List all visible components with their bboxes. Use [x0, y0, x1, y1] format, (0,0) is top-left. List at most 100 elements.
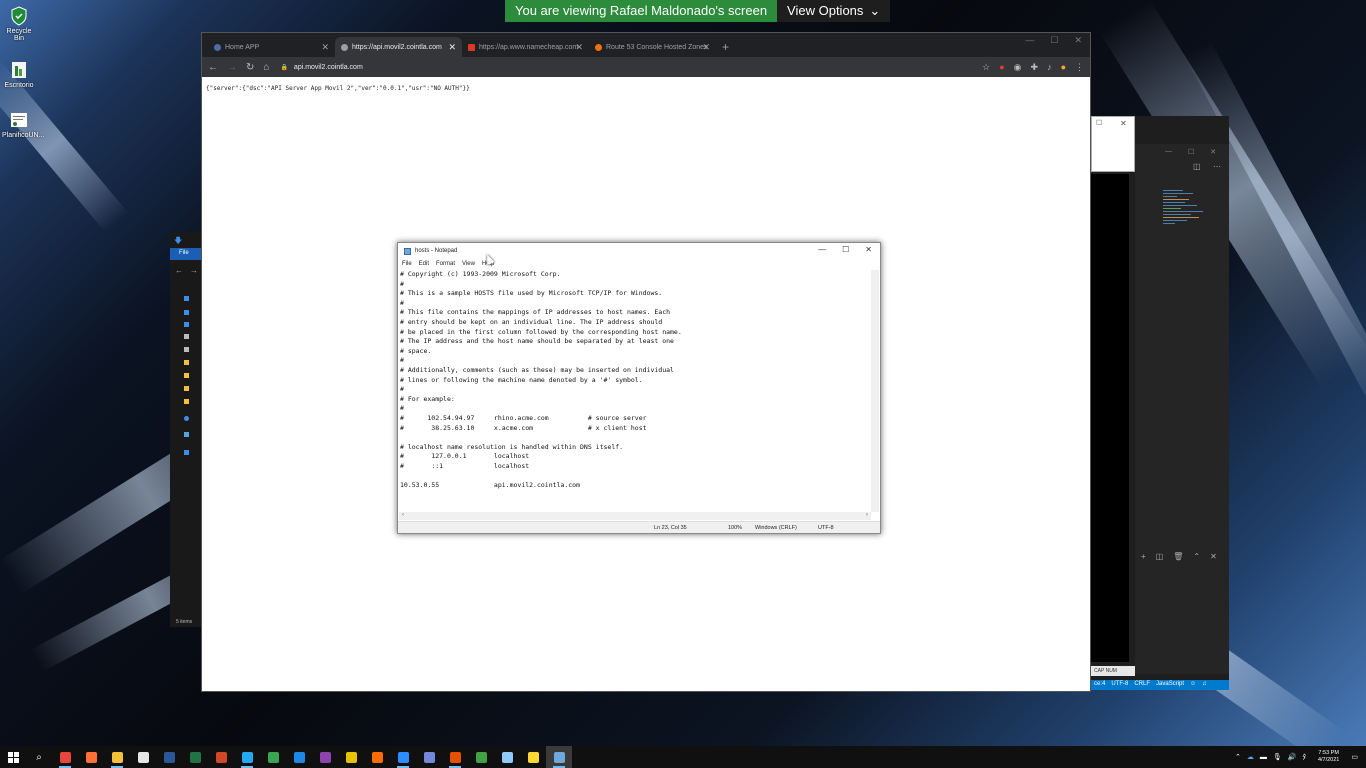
tab-namecheap[interactable]: https://ap.www.namecheap.com ✕ [462, 37, 589, 57]
taskbar-app-tools-button[interactable] [520, 746, 546, 768]
vscode-window[interactable]: ☐ ✕ — ☐ ✕ ◫ ⋯ + ◫ 🗑 ⌃ ✕ CAP NUM ce:4 UTF… [1091, 116, 1229, 690]
taskbar-app-purple-button[interactable] [312, 746, 338, 768]
view-options-button[interactable]: View Options ⌄ [777, 0, 891, 22]
home-icon[interactable]: ⌂ [263, 62, 269, 73]
nav-item-network[interactable] [184, 448, 198, 456]
hosts-file-content[interactable]: # Copyright (c) 1993-2009 Microsoft Corp… [400, 270, 870, 512]
more-icon[interactable]: ⋯ [1213, 162, 1221, 171]
maximize-icon[interactable]: ☐ [842, 245, 849, 254]
microphone-icon[interactable]: 🎙 [1273, 753, 1282, 761]
search-icon[interactable]: ⌕ [26, 746, 52, 768]
close-tab-icon[interactable]: ✕ [448, 42, 456, 53]
menu-view[interactable]: View [462, 261, 475, 267]
close-tab-icon[interactable]: ✕ [575, 42, 583, 53]
extensions-puzzle-icon[interactable]: ✚ [1031, 62, 1039, 73]
desktop-icon-recycle-bin[interactable]: Recycle Bin [2, 6, 36, 42]
chevron-up-icon[interactable]: ⌃ [1235, 753, 1241, 761]
taskbar-firefox-button[interactable] [78, 746, 104, 768]
taskbar-app-cube-button[interactable] [494, 746, 520, 768]
vertical-scrollbar[interactable] [871, 270, 879, 512]
nav-item-this-pc[interactable] [184, 430, 198, 438]
file-explorer-window[interactable]: 🡇 File ← → 5 items [170, 232, 202, 627]
status-item[interactable]: CRLF [1134, 681, 1150, 689]
desktop-icon-escritorio[interactable]: Escritorio [2, 60, 36, 89]
profile-avatar-icon[interactable]: ● [1061, 62, 1066, 72]
minimize-icon[interactable]: — [1165, 148, 1172, 156]
trash-icon[interactable]: 🗑 [1173, 552, 1183, 564]
chevron-up-icon[interactable]: ⌃ [1193, 552, 1200, 564]
maximize-icon[interactable]: ☐ [1188, 148, 1194, 156]
media-icon[interactable]: ♪ [1047, 62, 1052, 72]
minimize-icon[interactable]: — [1025, 35, 1034, 46]
reload-icon[interactable]: ↻ [246, 62, 254, 73]
desktop-icon-planificoun[interactable]: PlanificoUN... [2, 110, 44, 139]
notepad-title-bar[interactable]: hosts - Notepad — ☐ ✕ [398, 243, 880, 259]
nav-item[interactable] [184, 397, 198, 405]
status-item[interactable]: JavaScript [1156, 681, 1184, 689]
back-arrow-icon[interactable]: ← [175, 266, 183, 275]
tab-route53[interactable]: Route 53 Console Hosted Zones ✕ [589, 37, 716, 57]
extension-eye-icon[interactable]: ◉ [1014, 62, 1022, 73]
status-item[interactable]: UTF-8 [1111, 681, 1128, 689]
taskbar-app-red-button[interactable] [442, 746, 468, 768]
taskbar-word-button[interactable] [156, 746, 182, 768]
taskbar-notepad-button[interactable] [546, 746, 572, 768]
taskbar-app-green2-button[interactable] [468, 746, 494, 768]
feedback-icon[interactable]: ☺ [1190, 681, 1196, 689]
network-icon[interactable]: ▬ [1260, 754, 1267, 761]
notifications-icon[interactable]: ▭ [1351, 753, 1358, 761]
tab-home-app[interactable]: Home APP ✕ [208, 37, 335, 57]
nav-item[interactable] [184, 320, 198, 328]
nav-item[interactable] [184, 345, 198, 353]
minimize-icon[interactable]: — [818, 245, 826, 254]
nav-item[interactable] [184, 371, 198, 379]
close-icon[interactable]: ✕ [1074, 35, 1082, 46]
split-editor-icon[interactable]: ◫ [1193, 162, 1201, 171]
explorer-file-tab[interactable]: File [170, 248, 202, 260]
nav-item[interactable] [184, 358, 198, 366]
scroll-right-icon[interactable]: › [866, 512, 868, 520]
taskbar-chrome-button[interactable] [52, 746, 78, 768]
start-button[interactable] [0, 746, 26, 768]
onedrive-icon[interactable]: ☁ [1247, 753, 1254, 761]
maximize-icon[interactable]: ☐ [1096, 119, 1102, 127]
taskbar-app-yellow-button[interactable] [338, 746, 364, 768]
taskbar-app-green-button[interactable] [260, 746, 286, 768]
nav-item-onedrive[interactable] [184, 414, 198, 422]
nav-item[interactable] [184, 332, 198, 340]
close-icon[interactable]: ✕ [1120, 119, 1127, 128]
forward-arrow-icon[interactable]: → [190, 266, 198, 275]
taskbar-powerpoint-button[interactable] [208, 746, 234, 768]
horizontal-scrollbar[interactable]: ‹ › [399, 512, 871, 520]
taskbar-store-button[interactable] [130, 746, 156, 768]
forward-icon[interactable]: → [227, 62, 237, 73]
status-item[interactable]: ce:4 [1094, 681, 1105, 689]
taskbar-app-discord-button[interactable] [416, 746, 442, 768]
editor-area[interactable] [1091, 174, 1129, 662]
taskbar-app-blue-button[interactable] [286, 746, 312, 768]
scroll-left-icon[interactable]: ‹ [402, 512, 404, 520]
notepad-window[interactable]: hosts - Notepad — ☐ ✕ File Edit Format V… [397, 242, 881, 534]
input-method-icon[interactable]: ﾀ [1302, 752, 1306, 762]
taskbar-zoom-button[interactable] [390, 746, 416, 768]
nav-item[interactable] [184, 384, 198, 392]
bell-icon[interactable]: ♫ [1202, 681, 1207, 689]
taskbar-vscode-button[interactable] [234, 746, 260, 768]
menu-edit[interactable]: Edit [419, 261, 429, 267]
close-tab-icon[interactable]: ✕ [321, 42, 329, 53]
extension-red-icon[interactable]: ● [999, 62, 1004, 72]
maximize-icon[interactable]: ☐ [1050, 35, 1058, 46]
menu-file[interactable]: File [402, 261, 412, 267]
volume-icon[interactable]: 🔊 [1288, 753, 1297, 761]
new-tab-button[interactable]: + [716, 37, 735, 57]
bookmark-star-icon[interactable]: ☆ [982, 62, 990, 73]
address-bar[interactable]: 🔒 api.movil2.cointla.com [278, 60, 973, 74]
nav-item[interactable] [184, 294, 198, 302]
nav-item[interactable] [184, 308, 198, 316]
taskbar-file-explorer-button[interactable] [104, 746, 130, 768]
back-icon[interactable]: ← [208, 62, 218, 73]
split-terminal-icon[interactable]: ◫ [1156, 552, 1164, 564]
menu-format[interactable]: Format [436, 261, 455, 267]
taskbar-app-orange-button[interactable] [364, 746, 390, 768]
close-icon[interactable]: ✕ [1210, 552, 1217, 564]
